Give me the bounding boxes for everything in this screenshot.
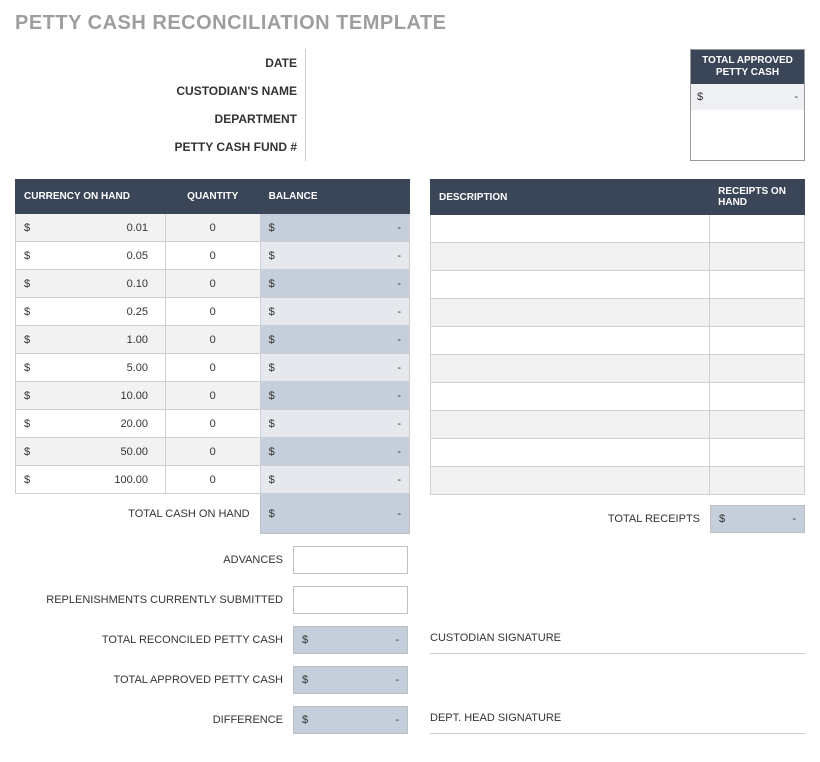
- advances-input[interactable]: [293, 546, 408, 574]
- balance-cell: $-: [260, 438, 409, 466]
- balance-cell: $-: [260, 410, 409, 438]
- quantity-cell[interactable]: 0: [165, 298, 260, 326]
- description-cell[interactable]: [431, 271, 710, 299]
- balance-cell: $-: [260, 382, 409, 410]
- th-quantity: QUANTITY: [165, 180, 260, 214]
- receipt-cell[interactable]: [710, 411, 805, 439]
- receipt-cell[interactable]: [710, 467, 805, 495]
- approved-label: TOTAL APPROVED PETTY CASH: [15, 674, 293, 686]
- description-cell[interactable]: [431, 383, 710, 411]
- approved-value: $ -: [293, 666, 408, 694]
- description-cell[interactable]: [431, 467, 710, 495]
- total-cash-label: TOTAL CASH ON HAND: [16, 494, 261, 534]
- balance-cell: $-: [260, 242, 409, 270]
- balance-cell: $-: [260, 466, 409, 494]
- description-cell[interactable]: [431, 411, 710, 439]
- balance-cell: $-: [260, 298, 409, 326]
- approved-box-amount: -: [703, 91, 798, 103]
- th-currency: CURRENCY ON HAND: [16, 180, 166, 214]
- quantity-cell[interactable]: 0: [165, 326, 260, 354]
- meta-department-value[interactable]: [305, 105, 410, 133]
- custodian-signature[interactable]: CUSTODIAN SIGNATURE: [430, 626, 805, 654]
- quantity-cell[interactable]: 0: [165, 410, 260, 438]
- approved-amount: -: [308, 674, 399, 686]
- meta-custodian-label: CUSTODIAN'S NAME: [15, 84, 305, 98]
- currency-table: CURRENCY ON HAND QUANTITY BALANCE $0.010…: [15, 179, 410, 534]
- description-cell[interactable]: [431, 299, 710, 327]
- balance-cell: $-: [260, 326, 409, 354]
- approved-box-header: TOTAL APPROVED PETTY CASH: [691, 50, 804, 84]
- total-cash-value: $ -: [260, 494, 409, 534]
- currency-cell: $0.01: [16, 214, 166, 242]
- receipt-cell[interactable]: [710, 439, 805, 467]
- receipt-cell[interactable]: [710, 299, 805, 327]
- difference-amount: -: [308, 714, 399, 726]
- approved-box: TOTAL APPROVED PETTY CASH $ -: [690, 49, 805, 161]
- currency-cell: $1.00: [16, 326, 166, 354]
- total-receipts-value: $ -: [710, 505, 805, 533]
- description-cell[interactable]: [431, 439, 710, 467]
- receipt-cell[interactable]: [710, 271, 805, 299]
- meta-department-label: DEPARTMENT: [15, 112, 305, 126]
- currency-cell: $100.00: [16, 466, 166, 494]
- receipt-cell[interactable]: [710, 243, 805, 271]
- quantity-cell[interactable]: 0: [165, 242, 260, 270]
- advances-label: ADVANCES: [15, 554, 293, 566]
- description-cell[interactable]: [431, 243, 710, 271]
- currency-cell: $0.05: [16, 242, 166, 270]
- quantity-cell[interactable]: 0: [165, 382, 260, 410]
- meta-block: DATE CUSTODIAN'S NAME DEPARTMENT PETTY C…: [15, 49, 410, 161]
- th-description: DESCRIPTION: [431, 180, 710, 215]
- reconciled-amount: -: [308, 634, 399, 646]
- quantity-cell[interactable]: 0: [165, 214, 260, 242]
- currency-cell: $5.00: [16, 354, 166, 382]
- dollar-sign: $: [269, 508, 275, 520]
- th-receipts: RECEIPTS ON HAND: [710, 180, 805, 215]
- approved-box-value: $ -: [691, 84, 804, 110]
- quantity-cell[interactable]: 0: [165, 466, 260, 494]
- meta-fund-label: PETTY CASH FUND #: [15, 140, 305, 154]
- reconciled-value: $ -: [293, 626, 408, 654]
- dept-head-signature[interactable]: DEPT. HEAD SIGNATURE: [430, 706, 805, 734]
- currency-cell: $0.10: [16, 270, 166, 298]
- quantity-cell[interactable]: 0: [165, 354, 260, 382]
- receipt-cell[interactable]: [710, 355, 805, 383]
- replenishments-input[interactable]: [293, 586, 408, 614]
- difference-label: DIFFERENCE: [15, 714, 293, 726]
- balance-cell: $-: [260, 214, 409, 242]
- total-receipts-label: TOTAL RECEIPTS: [430, 513, 710, 525]
- quantity-cell[interactable]: 0: [165, 270, 260, 298]
- receipt-cell[interactable]: [710, 327, 805, 355]
- difference-value: $ -: [293, 706, 408, 734]
- currency-cell: $0.25: [16, 298, 166, 326]
- description-cell[interactable]: [431, 355, 710, 383]
- page-title: PETTY CASH RECONCILIATION TEMPLATE: [15, 12, 805, 35]
- replenishments-label: REPLENISHMENTS CURRENTLY SUBMITTED: [15, 594, 293, 606]
- meta-fund-value[interactable]: [305, 133, 410, 161]
- receipts-table: DESCRIPTION RECEIPTS ON HAND: [430, 179, 805, 495]
- meta-date-label: DATE: [15, 56, 305, 70]
- meta-date-value[interactable]: [305, 49, 410, 77]
- total-cash-amount: -: [397, 508, 401, 520]
- currency-cell: $10.00: [16, 382, 166, 410]
- balance-cell: $-: [260, 354, 409, 382]
- th-balance: BALANCE: [260, 180, 409, 214]
- currency-cell: $20.00: [16, 410, 166, 438]
- description-cell[interactable]: [431, 215, 710, 243]
- receipt-cell[interactable]: [710, 215, 805, 243]
- description-cell[interactable]: [431, 327, 710, 355]
- meta-custodian-value[interactable]: [305, 77, 410, 105]
- quantity-cell[interactable]: 0: [165, 438, 260, 466]
- total-receipts-amount: -: [725, 513, 796, 525]
- reconciled-label: TOTAL RECONCILED PETTY CASH: [15, 634, 293, 646]
- receipt-cell[interactable]: [710, 383, 805, 411]
- balance-cell: $-: [260, 270, 409, 298]
- currency-cell: $50.00: [16, 438, 166, 466]
